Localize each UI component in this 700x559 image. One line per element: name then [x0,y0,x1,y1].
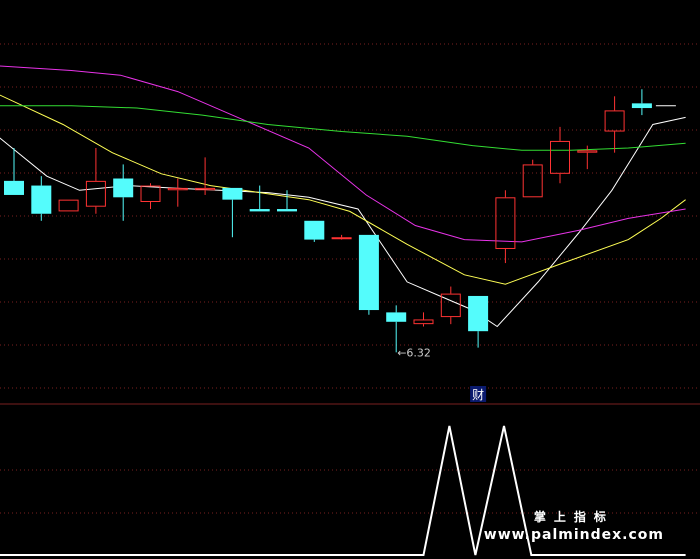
ma-line [0,65,686,243]
candle-body [358,234,379,311]
candle [631,89,652,116]
candle [85,147,106,214]
candle-body [249,209,270,212]
candle [495,190,516,264]
low-price-label: ←6.32 [397,346,431,359]
candle [468,295,489,348]
watermark: 掌上指标 www.palmindex.com [484,508,664,543]
grid-layer [0,43,700,514]
candle-body [277,209,297,212]
candle [440,286,461,325]
candle [522,159,543,198]
candle [413,312,434,327]
candle [277,190,297,212]
candle-body [140,185,161,202]
candle [331,234,352,240]
candle-body [631,103,652,109]
candle-body [222,187,243,200]
candle-body [113,178,134,198]
candle-body [550,140,570,174]
candle-body [304,220,325,240]
candle [31,176,52,221]
ma-line [0,116,686,328]
candle [167,178,188,207]
watermark-url: www.palmindex.com [483,527,664,543]
candle [249,185,270,212]
annotation-layer: ←6.32 财 [397,346,487,402]
candle-body [85,180,106,207]
stock-chart-panel: ←6.32 财 掌上指标 www.palmindex.com [0,0,700,559]
candle-body [386,312,407,322]
event-marker-label: 财 [472,388,484,402]
candle [195,157,216,195]
candle-body [4,180,24,195]
candle [58,199,79,212]
candle-body [331,237,352,240]
candle [358,234,379,315]
candle-body [413,319,434,325]
ma-line [0,105,686,151]
candle [222,187,243,238]
candle [304,220,325,242]
candle-body [522,164,543,198]
moving-average-layer [0,65,686,328]
candle-body [31,185,52,214]
ma-line [0,94,686,285]
candle-body [604,110,625,132]
candle-body [577,150,598,153]
candle-body [468,295,489,332]
candle [386,305,407,353]
candle [550,126,570,184]
candle [604,96,625,153]
watermark-brand: 掌上指标 [533,510,614,524]
candlestick-chart: ←6.32 财 [0,43,700,556]
candle-body [58,199,79,212]
candle-layer [4,89,652,353]
